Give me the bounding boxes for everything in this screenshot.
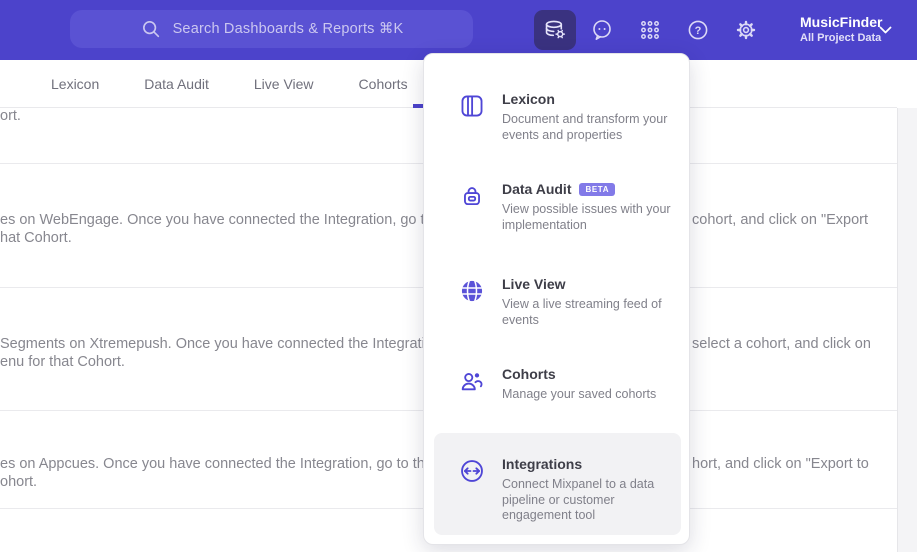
menu-item-live-view[interactable]: Live View View a live streaming feed of …: [424, 276, 691, 328]
lock-audit-icon: [459, 183, 485, 209]
data-management-button[interactable]: [534, 10, 576, 50]
svg-text:?: ?: [695, 25, 702, 37]
page-text-fragment: select a cohort, and click on: [692, 336, 871, 352]
menu-item-data-audit[interactable]: Data Audit BETA View possible issues wit…: [424, 181, 691, 233]
project-name: MusicFinder: [800, 14, 883, 30]
page-text-fragment: es on WebEngage. Once you have connected…: [0, 212, 457, 228]
help-button[interactable]: ?: [686, 18, 710, 42]
tab-cohorts[interactable]: Cohorts: [359, 76, 408, 92]
menu-item-description: Document and transform your events and p…: [502, 112, 668, 142]
globe-icon: [459, 278, 485, 304]
project-switcher[interactable]: MusicFinder All Project Data: [800, 13, 882, 45]
page-text-fragment: ohort.: [0, 474, 38, 490]
page-text-fragment: enu for that Cohort.: [0, 354, 125, 370]
menu-item-integrations[interactable]: Integrations Connect Mixpanel to a data …: [434, 433, 681, 535]
menu-item-description: Manage your saved cohorts: [502, 387, 657, 401]
tab-lexicon[interactable]: Lexicon: [51, 76, 99, 92]
menu-item-title: Integrations: [502, 456, 583, 472]
page-text-fragment: Segments on Xtremepush. Once you have co…: [0, 336, 445, 352]
people-icon: [459, 368, 485, 394]
feedback-icon: [590, 18, 614, 42]
page-text-fragment: es on Appcues. Once you have connected t…: [0, 456, 449, 472]
menu-item-description: View possible issues with your implement…: [502, 202, 671, 232]
settings-button[interactable]: [734, 18, 758, 42]
search-icon: [140, 18, 162, 40]
data-management-dropdown: Lexicon Document and transform your even…: [423, 53, 690, 545]
page-text-fragment: hat Cohort.: [0, 230, 72, 246]
help-icon: ?: [686, 18, 710, 42]
project-scope: All Project Data: [800, 32, 882, 44]
tab-data-audit[interactable]: Data Audit: [144, 76, 209, 92]
scrollbar[interactable]: [897, 108, 917, 552]
menu-item-title: Data Audit: [502, 181, 572, 197]
tab-live-view[interactable]: Live View: [254, 76, 314, 92]
apps-grid-button[interactable]: [638, 18, 662, 42]
menu-item-title: Lexicon: [502, 91, 555, 107]
top-navbar: Search Dashboards & Reports ⌘K ? MusicFi…: [0, 0, 917, 60]
apps-grid-icon: [638, 18, 662, 42]
chevron-down-icon[interactable]: [879, 26, 892, 35]
page-text-fragment: cohort, and click on "Export: [692, 212, 869, 228]
app-window: Search Dashboards & Reports ⌘K ? MusicFi…: [0, 0, 917, 552]
menu-item-title: Live View: [502, 276, 566, 292]
menu-item-lexicon[interactable]: Lexicon Document and transform your even…: [424, 91, 691, 143]
search-placeholder: Search Dashboards & Reports ⌘K: [172, 21, 404, 37]
menu-item-title: Cohorts: [502, 366, 556, 382]
feedback-button[interactable]: [590, 18, 614, 42]
search-bar[interactable]: Search Dashboards & Reports ⌘K: [70, 10, 473, 48]
page-text-fragment: hort, and click on "Export to: [692, 456, 869, 472]
settings-gear-icon: [734, 18, 758, 42]
database-gear-icon: [542, 17, 568, 43]
menu-item-description: View a live streaming feed of events: [502, 297, 662, 327]
page-text-fragment: ort.: [0, 108, 21, 124]
menu-item-description: Connect Mixpanel to a data pipeline or c…: [502, 477, 655, 522]
sync-arrows-icon: [459, 458, 485, 484]
book-icon: [459, 93, 485, 119]
menu-item-cohorts[interactable]: Cohorts Manage your saved cohorts: [424, 366, 691, 403]
beta-badge: BETA: [579, 183, 616, 196]
